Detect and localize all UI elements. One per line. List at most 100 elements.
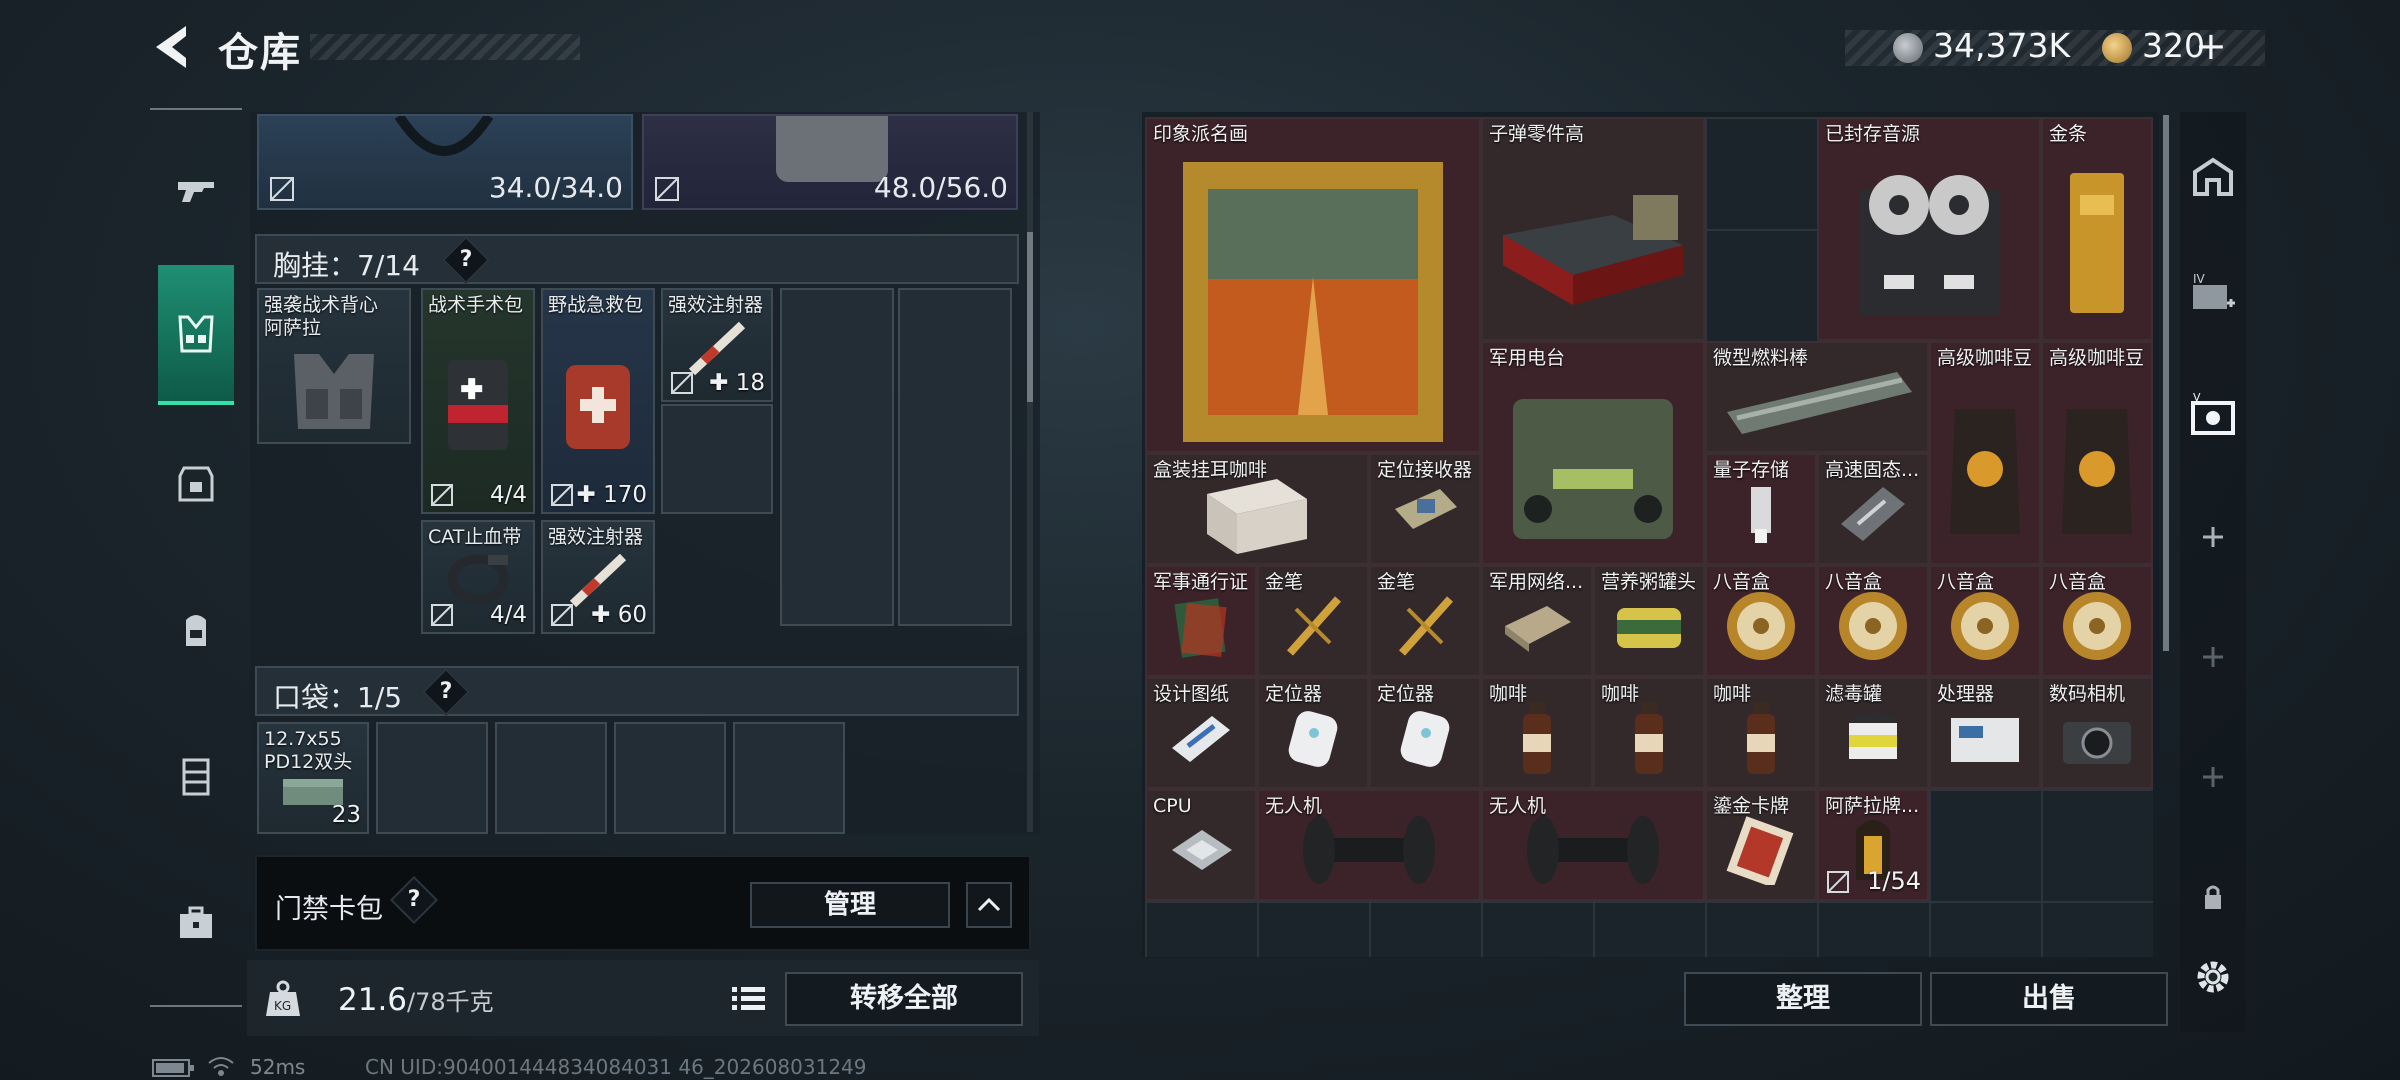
stash-item-quantum-storage[interactable]: 量子存储 [1705, 453, 1817, 565]
radio-icon [1513, 399, 1673, 539]
stash-item-gold-pen-2[interactable]: 金笔 [1369, 565, 1481, 677]
stash-item-gold-bar[interactable]: 金条 [2041, 117, 2153, 341]
tourniquet-icon [447, 554, 509, 604]
armor-slot[interactable]: 48.0/56.0 [642, 114, 1018, 210]
headset-icon [394, 116, 494, 156]
stash-item-coffee-1[interactable]: 咖啡 [1481, 677, 1593, 789]
stash-item-audio-recorder[interactable]: 已封存音源 [1817, 117, 2041, 341]
chest-slot-tourniquet[interactable]: CAT止血带 4/4 [421, 520, 535, 634]
stash-item-music-box-1[interactable]: 八音盒 [1705, 565, 1817, 677]
stash-item-ssd[interactable]: 高速固态... [1817, 453, 1929, 565]
pocket-slot-empty[interactable] [376, 722, 488, 834]
armor-icon [776, 116, 888, 182]
stash-item-painting[interactable]: 印象派名画 [1145, 117, 1481, 453]
stash-item-drone-1[interactable]: 无人机 [1257, 789, 1481, 901]
stash-item-music-box-3[interactable]: 八音盒 [1929, 565, 2041, 677]
gun-icon [178, 182, 214, 202]
stash-item-blueprint[interactable]: 设计图纸 [1145, 677, 1257, 789]
stash-item-asara-badge[interactable]: 阿萨拉牌... 1/54 [1817, 789, 1929, 901]
chest-slot-surgery-kit[interactable]: 战术手术包 4/4 [421, 288, 535, 514]
stash-item-porridge-can[interactable]: 营养粥罐头 [1593, 565, 1705, 677]
stash-item-music-box-4[interactable]: 八音盒 [2041, 565, 2153, 677]
gear-icon [2197, 961, 2229, 993]
stash-item-coffee-2[interactable]: 咖啡 [1593, 677, 1705, 789]
chest-slot-empty-tall[interactable] [780, 288, 894, 626]
nav-container[interactable] [158, 738, 234, 814]
chest-slot-first-aid[interactable]: 野战急救包 ✚ 170 [541, 288, 655, 514]
item-name: 子弹零件高 [1489, 123, 1585, 145]
headset-slot[interactable]: 34.0/34.0 [257, 114, 633, 210]
back-arrow-icon [156, 26, 186, 68]
stash-item-fuel-rod[interactable]: 微型燃料棒 [1705, 341, 1929, 453]
chest-slot-empty[interactable] [661, 404, 773, 514]
nav-toolbox[interactable] [158, 884, 234, 960]
coffee-bottle-icon [1635, 702, 1663, 775]
stash-item-processor-unit[interactable]: 处理器 [1929, 677, 2041, 789]
add-currency-button[interactable]: + [2195, 24, 2227, 68]
wifi-icon [208, 1057, 234, 1076]
stash-tab-add-3[interactable] [2180, 742, 2246, 812]
stash-item-drone-2[interactable]: 无人机 [1481, 789, 1705, 901]
stash-item-bullet-parts[interactable]: 子弹零件高 [1481, 117, 1705, 341]
chest-slot-stim-2[interactable]: 强效注射器 ✚ 60 [541, 520, 655, 634]
pocket-slot-empty[interactable] [495, 722, 607, 834]
stash-item-radio[interactable]: 军用电台 [1481, 341, 1705, 565]
svg-text:IV: IV [2193, 272, 2206, 286]
list-view-button[interactable] [722, 977, 774, 1021]
key-card-help-button[interactable]: ? [389, 875, 439, 925]
ammo-crate-icon [1503, 195, 1683, 305]
settings-button[interactable] [2180, 942, 2246, 1012]
stash-tab-home[interactable] [2180, 143, 2246, 213]
stash-item-music-box-2[interactable]: 八音盒 [1817, 565, 1929, 677]
nav-chest-rig[interactable] [158, 265, 234, 405]
stash-item-drip-coffee[interactable]: 盒装挂耳咖啡 [1145, 453, 1369, 565]
pocket-slot-empty[interactable] [614, 722, 726, 834]
stash-item-coffee-beans-2[interactable]: 高级咖啡豆 [2041, 341, 2153, 565]
pocket-slot-empty[interactable] [733, 722, 845, 834]
stash-item-military-pass[interactable]: 军事通行证 [1145, 565, 1257, 677]
stash-item-coffee-beans-1[interactable]: 高级咖啡豆 [1929, 341, 2041, 565]
chest-rig-capacity: 胸挂：7/14 [273, 249, 420, 282]
stash-tab-add-2[interactable] [2180, 622, 2246, 692]
vest-slot[interactable]: 强袭战术背心 阿萨拉 [257, 288, 411, 444]
sell-button[interactable]: 出售 [1930, 972, 2168, 1026]
item-name: 处理器 [1937, 683, 1995, 705]
stash-item-cpu[interactable]: CPU [1145, 789, 1257, 901]
pocket-slot-ammo[interactable]: 12.7x55 PD12双头 23 [257, 722, 369, 834]
loadout-scroll-thumb[interactable] [1027, 232, 1033, 402]
stash-item-locator-1[interactable]: 定位器 [1257, 677, 1369, 789]
chest-rig-help-button[interactable]: ? [441, 235, 491, 285]
collapse-button[interactable] [966, 882, 1012, 928]
nav-weapons[interactable] [158, 152, 234, 228]
stash-tab-5[interactable]: V [2180, 380, 2246, 450]
stash-item-filter-canister[interactable]: 滤毒罐 [1817, 677, 1929, 789]
stash-item-camera[interactable]: 数码相机 [2041, 677, 2153, 789]
stash-tab-add[interactable] [2180, 502, 2246, 572]
nav-backpack[interactable] [158, 592, 234, 668]
stash-item-locator-receiver[interactable]: 定位接收器 [1369, 453, 1481, 565]
chest-slot-empty-tall[interactable] [898, 288, 1012, 626]
item-name: CPU [1153, 795, 1192, 817]
sort-button[interactable]: 整理 [1684, 972, 1922, 1026]
chest-slot-stim-1[interactable]: 强效注射器 ✚ 18 [661, 288, 773, 402]
item-name: 已封存音源 [1825, 123, 1921, 145]
item-count: 1/54 [1867, 867, 1921, 895]
back-button[interactable] [150, 22, 196, 72]
stash-tab-4[interactable]: IV [2180, 258, 2246, 328]
stash-item-locator-2[interactable]: 定位器 [1369, 677, 1481, 789]
headset-durability: 34.0/34.0 [488, 171, 623, 204]
stash-scrollbar[interactable] [2163, 115, 2169, 651]
item-name: 设计图纸 [1153, 683, 1230, 705]
backpack-icon [186, 615, 206, 646]
transfer-all-button[interactable]: 转移全部 [785, 972, 1023, 1026]
stash-item-gold-pen-1[interactable]: 金笔 [1257, 565, 1369, 677]
stash-item-coffee-3[interactable]: 咖啡 [1705, 677, 1817, 789]
stash-item-network-device[interactable]: 军用网络... [1481, 565, 1593, 677]
manage-button[interactable]: 管理 [750, 882, 950, 928]
stash-add-icon: IV [2193, 272, 2235, 309]
pocket-help-button[interactable]: ? [421, 667, 471, 717]
stash-item-gilded-card[interactable]: 鎏金卡牌 [1705, 789, 1817, 901]
loadout-scrollbar[interactable] [1027, 112, 1033, 832]
nav-armor[interactable] [158, 446, 234, 522]
router-icon [1505, 606, 1571, 653]
